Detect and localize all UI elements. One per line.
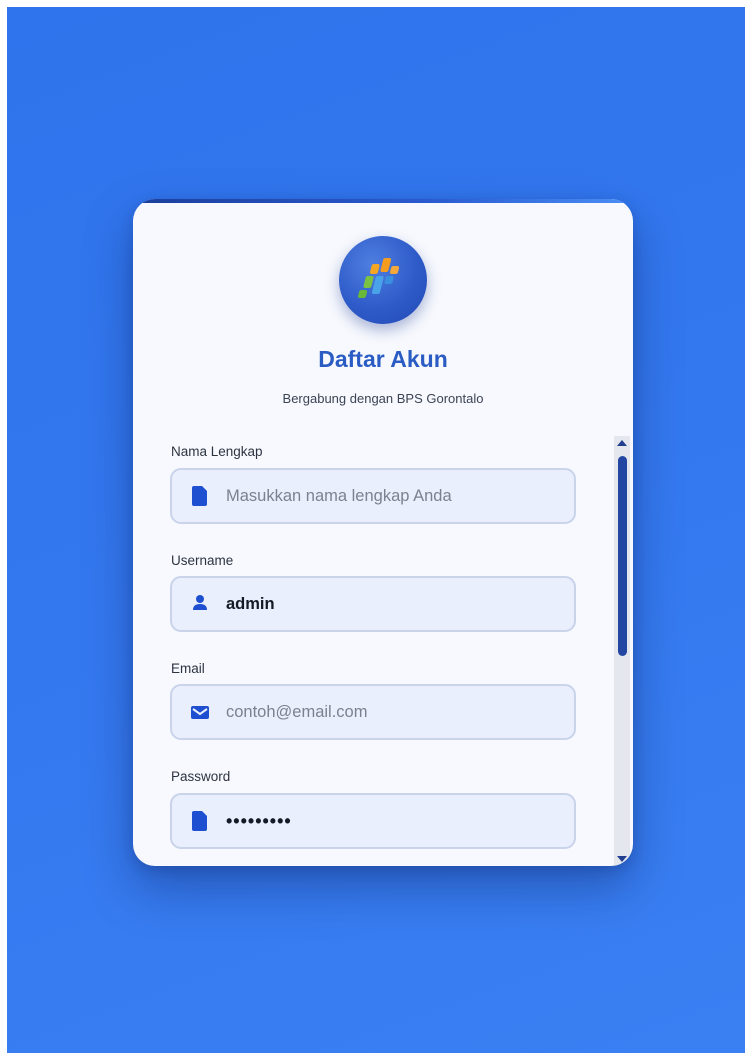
form-scrollbar[interactable] [614, 436, 630, 866]
email-field[interactable]: contoh@email.com [170, 684, 576, 740]
register-card: Daftar Akun Bergabung dengan BPS Goronta… [133, 199, 633, 866]
password-input[interactable]: ••••••••• [226, 795, 292, 847]
email-input[interactable]: contoh@email.com [226, 686, 367, 738]
full-name-field[interactable]: Masukkan nama lengkap Anda [170, 468, 576, 524]
password-label: Password [171, 769, 231, 784]
bps-logo-icon [339, 236, 427, 324]
username-input[interactable]: admin [226, 578, 275, 630]
scroll-down-icon[interactable] [617, 856, 627, 862]
file-icon [190, 485, 210, 507]
email-label: Email [171, 661, 205, 676]
full-name-input[interactable]: Masukkan nama lengkap Anda [226, 470, 452, 522]
register-form: Nama Lengkap Masukkan nama lengkap Anda … [133, 435, 633, 866]
user-icon [190, 593, 210, 615]
full-name-label: Nama Lengkap [171, 444, 263, 459]
file-icon [190, 810, 210, 832]
scroll-thumb[interactable] [618, 456, 627, 656]
envelope-icon [190, 701, 210, 723]
username-field[interactable]: admin [170, 576, 576, 632]
card-top-accent [133, 199, 633, 203]
page-title: Daftar Akun [318, 346, 448, 372]
scroll-up-icon[interactable] [617, 440, 627, 446]
page-background: Daftar Akun Bergabung dengan BPS Goronta… [7, 7, 745, 1053]
page-subtitle: Bergabung dengan BPS Gorontalo [282, 391, 484, 406]
username-label: Username [171, 553, 234, 568]
password-field[interactable]: ••••••••• [170, 793, 576, 849]
